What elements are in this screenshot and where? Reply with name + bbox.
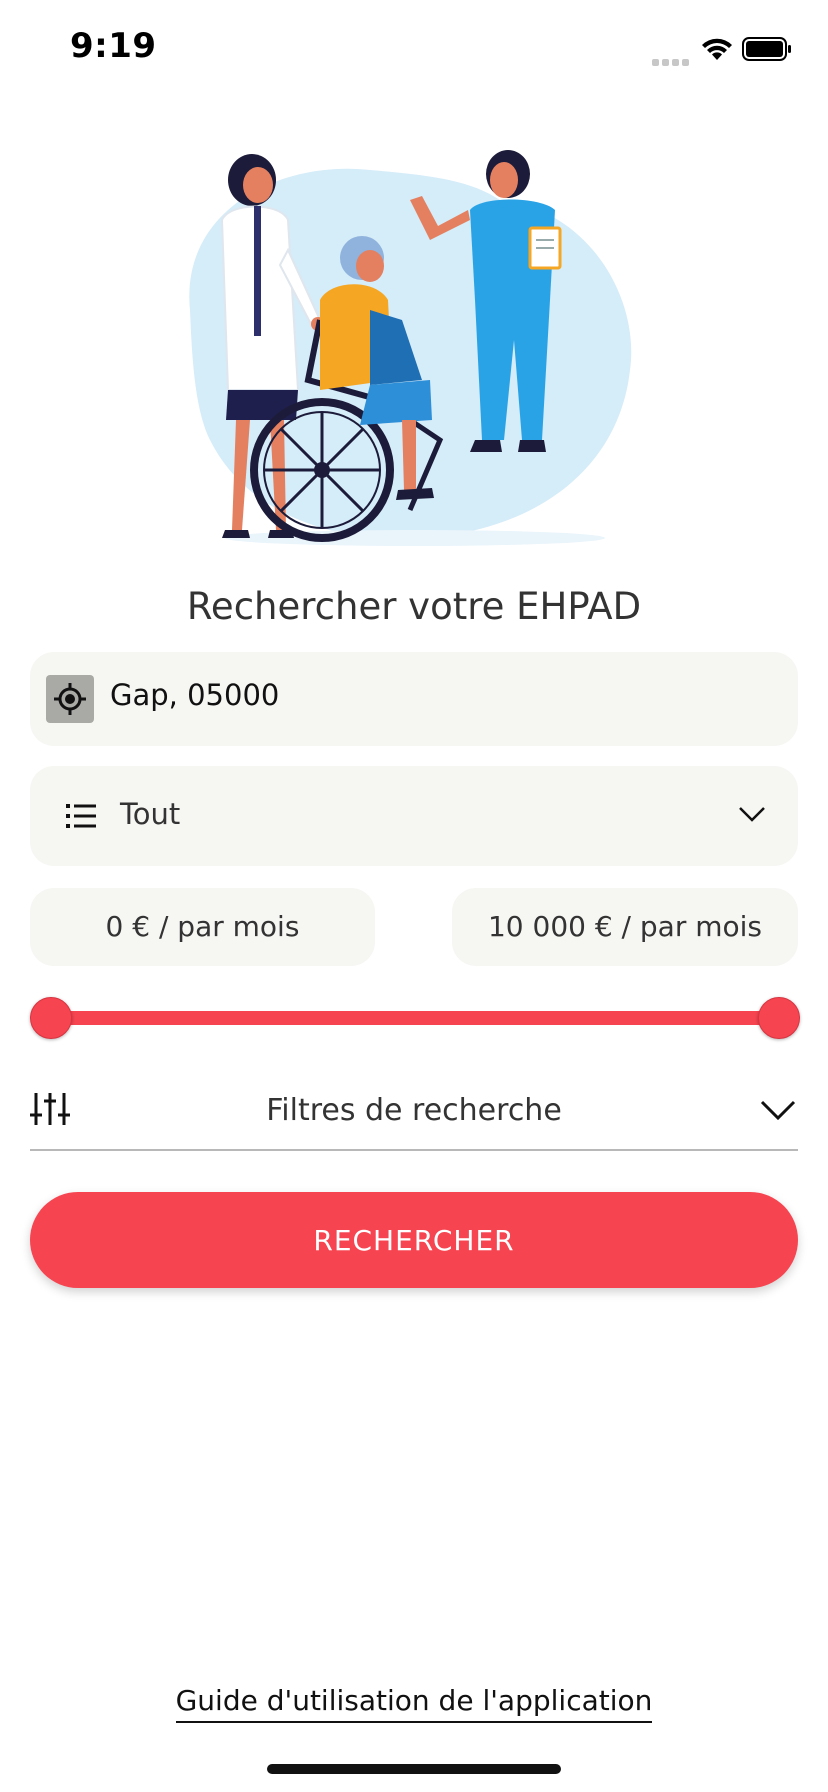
list-icon	[66, 804, 96, 828]
location-field[interactable]: Gap, 05000	[30, 652, 798, 746]
price-min-value: 0 € / par mois	[105, 910, 300, 943]
price-range-track[interactable]	[48, 1011, 778, 1025]
home-indicator[interactable]	[267, 1764, 561, 1774]
locate-button[interactable]	[46, 675, 94, 723]
price-min-handle[interactable]	[30, 997, 72, 1039]
chevron-down-icon	[760, 1100, 796, 1121]
search-filters-toggle[interactable]: Filtres de recherche	[30, 1085, 798, 1151]
battery-icon	[742, 37, 791, 61]
cellular-signal-icon	[652, 51, 692, 66]
locate-icon	[54, 683, 86, 715]
guide-link-container: Guide d'utilisation de l'application	[0, 1684, 828, 1723]
location-value[interactable]: Gap, 05000	[110, 678, 279, 712]
price-min-field[interactable]: 0 € / par mois	[30, 888, 375, 966]
chevron-down-icon	[739, 807, 765, 822]
search-button[interactable]: RECHERCHER	[30, 1192, 798, 1288]
category-value: Tout	[120, 797, 181, 831]
status-time: 9:19	[70, 26, 157, 66]
price-max-handle[interactable]	[758, 997, 800, 1039]
caregivers-illustration	[189, 150, 632, 546]
price-max-value: 10 000 € / par mois	[487, 910, 763, 943]
filters-label: Filtres de recherche	[266, 1093, 562, 1128]
user-guide-link[interactable]: Guide d'utilisation de l'application	[175, 1684, 653, 1723]
wifi-icon	[702, 38, 732, 60]
price-max-field[interactable]: 10 000 € / par mois	[452, 888, 798, 966]
page-title: Rechercher votre EHPAD	[186, 585, 642, 628]
category-dropdown[interactable]: Tout	[30, 766, 798, 866]
